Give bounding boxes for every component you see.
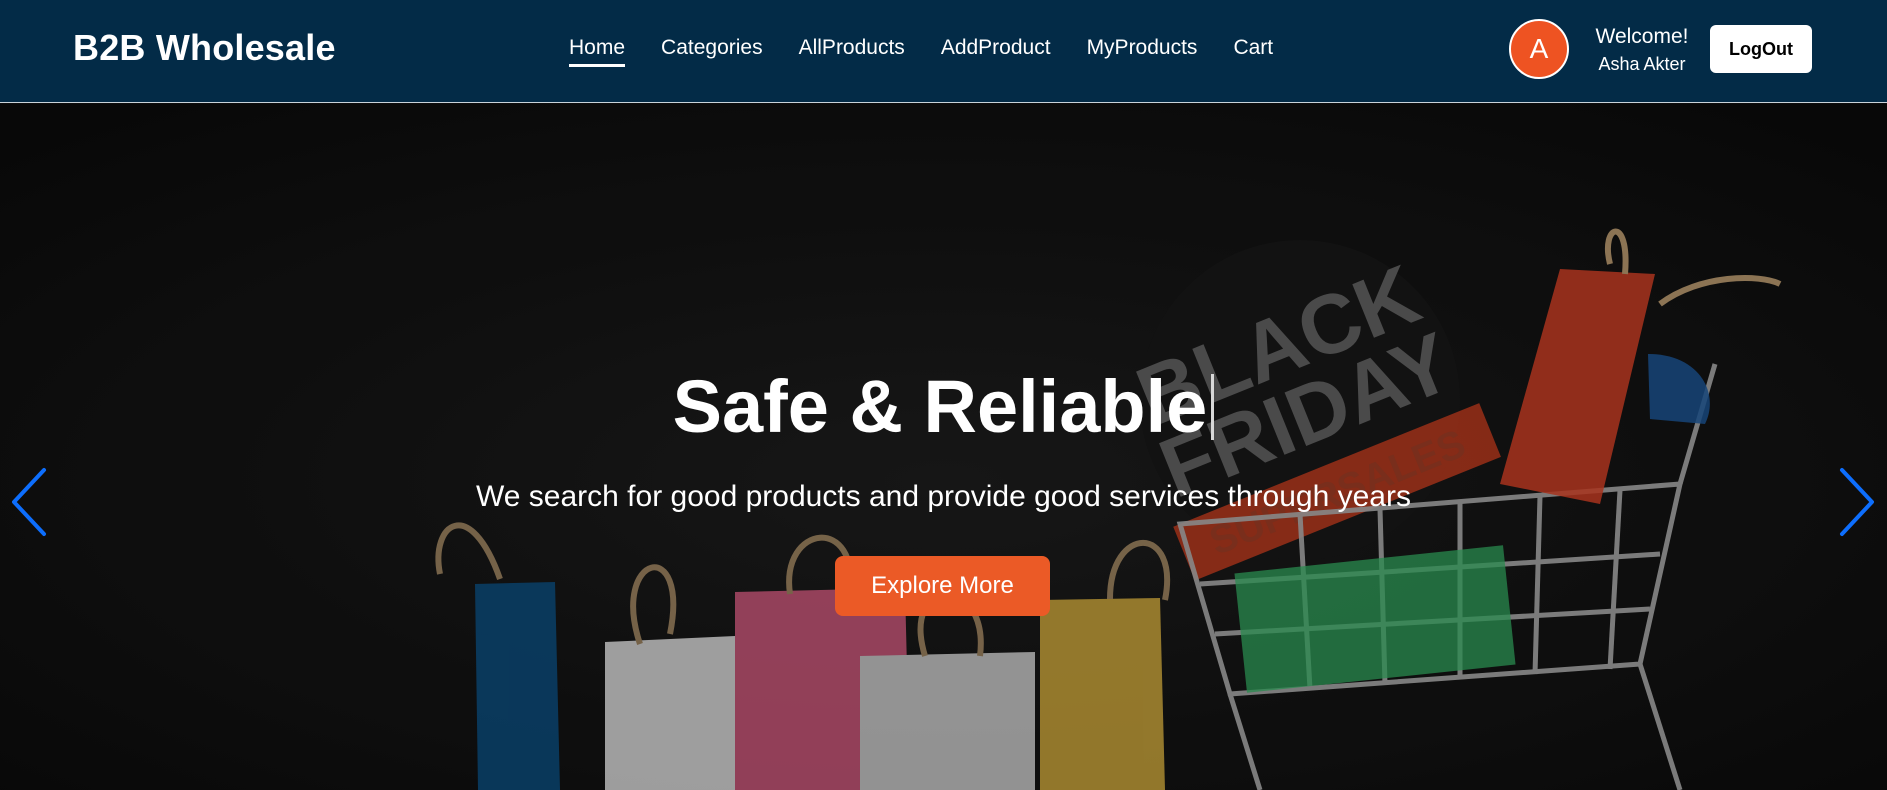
- nav-link-home[interactable]: Home: [569, 34, 626, 67]
- nav-menu: Home Categories AllProducts AddProduct M…: [569, 34, 1273, 67]
- welcome-greeting: Welcome!: [1595, 25, 1689, 48]
- carousel-prev-button[interactable]: [8, 464, 52, 540]
- carousel-next-button[interactable]: [1834, 464, 1878, 540]
- user-name: Asha Akter: [1598, 54, 1686, 74]
- nav-link-categories[interactable]: Categories: [661, 34, 763, 66]
- hero-title-text: Safe & Reliable: [672, 365, 1208, 448]
- user-welcome: Welcome! Asha Akter: [1594, 24, 1690, 76]
- nav-link-add-product[interactable]: AddProduct: [941, 34, 1051, 66]
- hero-subtitle: We search for good products and provide …: [476, 480, 1411, 513]
- logout-button[interactable]: LogOut: [1710, 25, 1812, 73]
- chevron-left-icon: [12, 468, 46, 536]
- chevron-right-icon: [1840, 468, 1874, 536]
- typing-cursor: [1211, 374, 1215, 440]
- avatar[interactable]: A: [1509, 19, 1569, 79]
- explore-more-button[interactable]: Explore More: [835, 556, 1050, 616]
- brand-logo[interactable]: B2B Wholesale: [73, 26, 336, 70]
- hero-banner: BLACK FRIDAY SUPERSALES Safe & Reliable …: [0, 104, 1887, 790]
- nav-link-cart[interactable]: Cart: [1233, 34, 1273, 66]
- navbar: B2B Wholesale Home Categories AllProduct…: [0, 0, 1887, 103]
- nav-link-all-products[interactable]: AllProducts: [799, 34, 905, 66]
- hero-title: Safe & Reliable: [0, 364, 1887, 450]
- nav-link-my-products[interactable]: MyProducts: [1087, 34, 1198, 66]
